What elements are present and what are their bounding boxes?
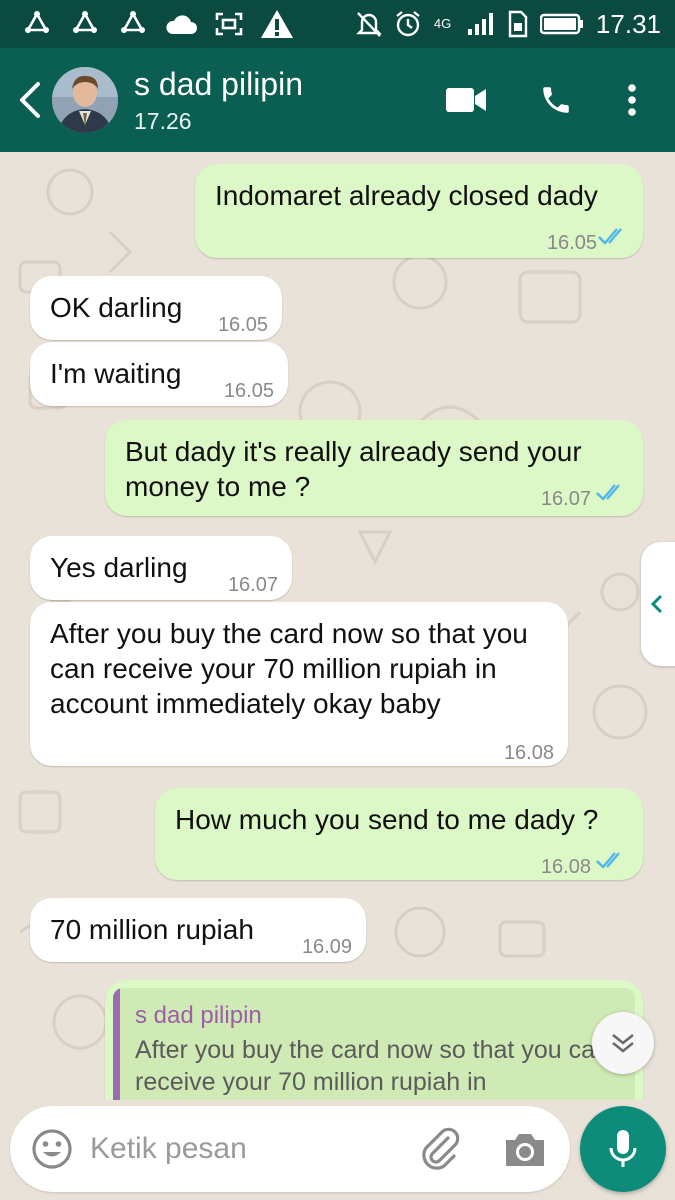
message-input-container [10, 1106, 570, 1192]
voice-call-button[interactable] [534, 78, 578, 122]
video-camera-icon [446, 88, 486, 112]
mute-icon [356, 12, 382, 37]
chat-header: s dad pilipin 17.26 [0, 48, 675, 152]
alarm-icon [396, 11, 420, 37]
message-bubble-outgoing[interactable]: How much you send to me dady ? 16.08 [155, 788, 643, 880]
message-time: 16.07 [227, 574, 278, 596]
scroll-to-bottom-button[interactable] [592, 1012, 654, 1074]
message-bubble-incoming[interactable]: I'm waiting 16.05 [30, 342, 288, 406]
message-time: 16.05 [546, 232, 597, 254]
message-bubble-incoming[interactable]: OK darling 16.05 [30, 276, 282, 340]
read-ticks-icon [596, 484, 620, 501]
message-text: Indomaret already closed dady [215, 180, 598, 211]
screenshot-icon [212, 9, 246, 39]
camera-icon [506, 1134, 544, 1166]
status-bar: 4G 17.31 [0, 0, 675, 48]
sync-icon [20, 9, 54, 39]
camera-button[interactable] [502, 1126, 548, 1172]
message-bubble-incoming[interactable]: Yes darling 16.07 [30, 536, 292, 600]
avatar[interactable] [52, 67, 118, 133]
attach-button[interactable] [418, 1126, 462, 1172]
sync-icon [68, 9, 102, 39]
message-time: 16.05 [223, 380, 274, 402]
back-button[interactable] [14, 80, 48, 120]
message-bubble-incoming[interactable]: 70 million rupiah 16.09 [30, 898, 366, 962]
quote-author: s dad pilipin [135, 1002, 262, 1029]
message-bubble-outgoing[interactable]: Indomaret already closed dady 16.05 [195, 164, 643, 258]
read-ticks-icon [598, 228, 622, 245]
video-call-button[interactable] [444, 78, 488, 122]
message-input[interactable] [90, 1124, 410, 1174]
sync-icon [116, 9, 150, 39]
contact-name[interactable]: s dad pilipin [134, 66, 303, 103]
reply-quote[interactable]: s dad pilipin After you buy the card now… [113, 988, 635, 1100]
emoji-button[interactable] [30, 1127, 74, 1171]
quote-accent-bar [113, 988, 120, 1100]
double-chevron-down-icon [612, 1033, 634, 1053]
sim-icon [508, 10, 528, 38]
back-arrow-icon [20, 82, 40, 118]
side-panel-handle[interactable] [641, 542, 675, 666]
more-options-button[interactable] [612, 78, 652, 122]
compose-bar [0, 1100, 675, 1200]
message-bubble-incoming[interactable]: After you buy the card now so that you c… [30, 602, 568, 766]
network-label: 4G [433, 16, 452, 31]
battery-icon [539, 13, 583, 35]
more-vertical-icon [628, 84, 636, 116]
read-ticks-icon [596, 852, 620, 869]
message-bubble-outgoing-reply[interactable]: s dad pilipin After you buy the card now… [105, 980, 643, 1100]
chevron-left-icon [650, 594, 663, 614]
system-icons: 4G 17.31 [356, 6, 661, 42]
last-seen: 17.26 [134, 108, 192, 134]
cloud-icon [164, 9, 198, 39]
notification-icons [20, 6, 294, 42]
emoji-icon [32, 1129, 72, 1169]
warning-icon [260, 9, 294, 39]
microphone-icon [609, 1130, 637, 1167]
message-time: 16.05 [217, 314, 268, 336]
message-bubble-outgoing[interactable]: But dady it's really already send your m… [105, 420, 643, 516]
message-time: 16.08 [540, 856, 591, 878]
message-text: After you buy the card now so that you c… [50, 618, 528, 719]
message-list[interactable]: Indomaret already closed dady 16.05 OK d… [0, 152, 675, 1100]
quote-text: After you buy the card now so that you c… [135, 1036, 609, 1096]
message-time: 16.09 [301, 936, 352, 958]
phone-icon [543, 87, 569, 113]
signal-icon [467, 13, 493, 35]
message-time: 16.08 [503, 742, 554, 764]
voice-message-button[interactable] [580, 1106, 666, 1192]
message-time: 16.07 [540, 488, 591, 510]
message-text: How much you send to me dady ? [175, 804, 599, 835]
clock: 17.31 [595, 8, 661, 39]
paperclip-icon [422, 1127, 460, 1170]
